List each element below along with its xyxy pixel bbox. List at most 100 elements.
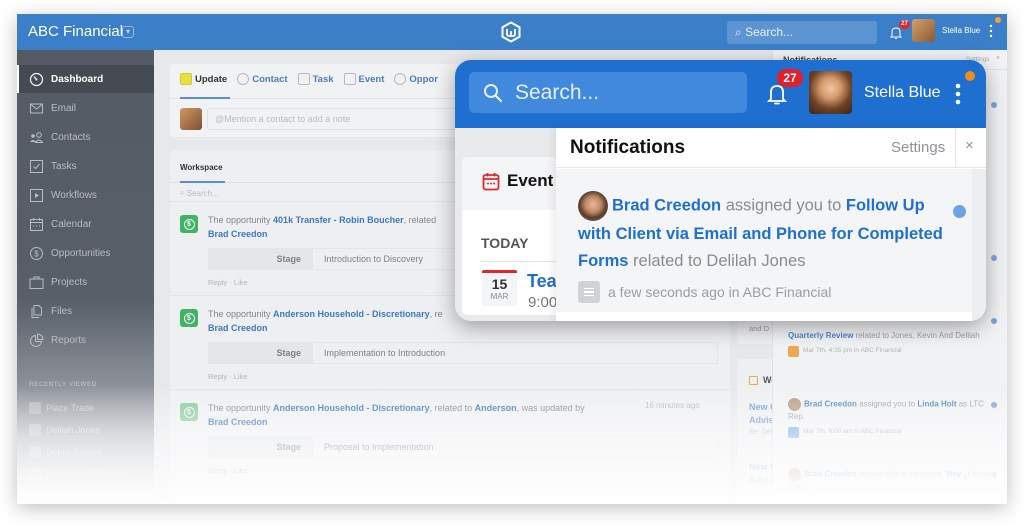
recent-item[interactable]: Delilah Jones — [29, 422, 100, 438]
opportunity-link[interactable]: Anderson Household - Discretionary — [273, 309, 430, 319]
sidebar-item-calendar[interactable]: Calendar — [17, 210, 154, 238]
active-tab-indicator — [180, 97, 230, 99]
sidebar-item-contacts[interactable]: Contacts — [17, 123, 154, 151]
search-icon — [484, 83, 503, 102]
events-title: Event — [507, 171, 554, 190]
opportunity-link[interactable]: Anderson Household - Discretionary — [273, 403, 430, 413]
app-logo-icon[interactable] — [500, 21, 522, 43]
divider — [481, 261, 556, 262]
dashboard-icon — [29, 72, 44, 87]
user-link[interactable]: Brad Creedon — [208, 229, 268, 239]
user-link[interactable]: Brad Creedon — [208, 323, 268, 333]
recent-item[interactable]: Place Trade — [29, 400, 94, 416]
tab-contact[interactable]: Contact — [237, 73, 288, 85]
sidebar-item-workflows[interactable]: Workflows — [17, 181, 154, 209]
stage-value: Proposal to Implementation — [324, 442, 434, 452]
user-name[interactable]: Stella Blue — [864, 84, 941, 102]
tab-event[interactable]: Event — [343, 73, 384, 85]
projects-icon — [29, 275, 44, 290]
workspace-search-input[interactable]: ⌕ Search... — [180, 188, 219, 198]
stage-label: Stage — [209, 249, 313, 269]
stage-change-row: Stage Implementation to Introduction — [208, 342, 718, 364]
sidebar-item-projects[interactable]: Projects — [17, 268, 154, 296]
opportunity-link[interactable]: 401k Transfer - Robin Boucher — [273, 215, 404, 225]
related-link[interactable]: Anderson — [475, 403, 517, 413]
close-icon[interactable]: × — [996, 55, 1000, 62]
more-vertical-icon[interactable] — [989, 24, 993, 38]
workflows-icon — [29, 188, 44, 203]
more-vertical-icon[interactable] — [955, 83, 961, 105]
notifications-settings-link[interactable]: Settings — [891, 139, 945, 156]
unread-dot[interactable] — [953, 205, 966, 218]
workflows-icon — [749, 375, 758, 385]
task-check-icon — [788, 345, 799, 357]
notification-item[interactable]: Brad Creedon replied with a comment "Hey… — [788, 468, 993, 493]
files-icon — [29, 304, 44, 319]
status-dot — [995, 17, 1001, 23]
task-check-icon — [29, 402, 41, 414]
project-icon — [29, 468, 41, 480]
user-avatar[interactable] — [809, 71, 852, 114]
tab-opportunity[interactable]: Oppor — [394, 73, 438, 85]
unread-dot — [991, 102, 997, 108]
recent-item[interactable]: Retirement Planning... — [29, 466, 135, 482]
popup-notifications-panel: Notifications Settings × Brad Creedon as… — [556, 128, 986, 321]
contact-icon — [788, 426, 799, 438]
recent-item[interactable]: Debra Palmer — [29, 444, 102, 460]
unread-dot — [991, 472, 997, 478]
user-link[interactable]: Brad Creedon — [208, 417, 268, 427]
user-avatar — [578, 191, 608, 221]
user-avatar[interactable] — [912, 19, 935, 42]
recently-viewed-heading: RECENTLY VIEWED — [29, 381, 97, 388]
stage-change-row: Stage Proposal to Implementation — [208, 436, 718, 458]
top-bar: ABC Financial ▾ ⌕ Search... 27 Stella Bl… — [17, 14, 1007, 50]
event-link[interactable]: Tea — [527, 271, 557, 292]
notification-item[interactable]: Quarterly Review related to Jones, Kevin… — [788, 330, 993, 357]
scroll-gutter — [972, 169, 986, 321]
reply-like-links[interactable]: Reply · Like — [208, 466, 248, 475]
notification-item[interactable]: Brad Creedon assigned you to Follow Up w… — [556, 169, 972, 312]
activity-composer: Update Contact Task Event Oppor @Mention… — [170, 64, 470, 137]
sidebar-item-email[interactable]: Email — [17, 94, 154, 122]
user-name[interactable]: Stella Blue — [942, 26, 980, 35]
popup-search-input[interactable]: Search... — [469, 72, 747, 113]
notifications-header: Notifications Settings × — [556, 128, 986, 168]
sidebar-item-tasks[interactable]: Tasks — [17, 152, 154, 180]
opportunity-icon: $ — [180, 403, 198, 421]
reply-like-links[interactable]: Reply · Like — [208, 372, 248, 381]
calendar-icon — [29, 217, 44, 232]
event-time: 9:00 — [528, 294, 558, 311]
active-tab-indicator — [180, 181, 225, 183]
contact-avatar — [29, 446, 41, 458]
chevron-down-icon[interactable]: ▾ — [122, 26, 134, 38]
user-avatar — [788, 468, 801, 481]
sidebar-item-reports[interactable]: Reports — [17, 326, 154, 354]
notification-item[interactable]: Brad Creedon assigned you to Linda Holt … — [788, 398, 993, 438]
tasks-icon — [29, 159, 44, 174]
tab-task[interactable]: Task — [297, 73, 334, 85]
screenshot-stage: ABC Financial ▾ ⌕ Search... 27 Stella Bl… — [0, 0, 1024, 525]
events-card-header: Event — [462, 157, 556, 210]
sidebar-item-opportunities[interactable]: $ Opportunities — [17, 239, 154, 267]
today-heading: TODAY — [481, 235, 529, 251]
opportunity-icon — [394, 73, 407, 85]
unread-dot — [991, 255, 997, 261]
email-icon — [29, 101, 44, 116]
status-dot — [965, 71, 975, 81]
org-switcher[interactable]: ABC Financial — [28, 23, 123, 40]
reply-like-links[interactable]: Reply · Like — [208, 278, 248, 287]
sidebar-item-files[interactable]: Files — [17, 297, 154, 325]
feed-item-text: The opportunity Anderson Household - Dis… — [208, 403, 585, 427]
tab-update[interactable]: Update — [180, 73, 227, 85]
user-link[interactable]: Brad Creedon — [612, 196, 721, 214]
workspace-tab[interactable]: Workspace — [180, 163, 223, 172]
close-button[interactable]: × — [955, 128, 986, 168]
notification-count-badge: 27 — [899, 20, 910, 29]
feed-item: $ The opportunity Anderson Household - D… — [170, 389, 730, 483]
global-search-input[interactable]: ⌕ Search... — [727, 21, 877, 44]
stage-value: Implementation to Introduction — [324, 348, 446, 358]
opportunity-icon: $ — [180, 215, 198, 233]
sidebar-item-dashboard[interactable]: Dashboard — [17, 65, 154, 93]
mention-note-input[interactable]: @Mention a contact to add a note — [207, 108, 467, 130]
sidebar: Dashboard Email Contacts Tasks Workflows… — [17, 50, 154, 504]
